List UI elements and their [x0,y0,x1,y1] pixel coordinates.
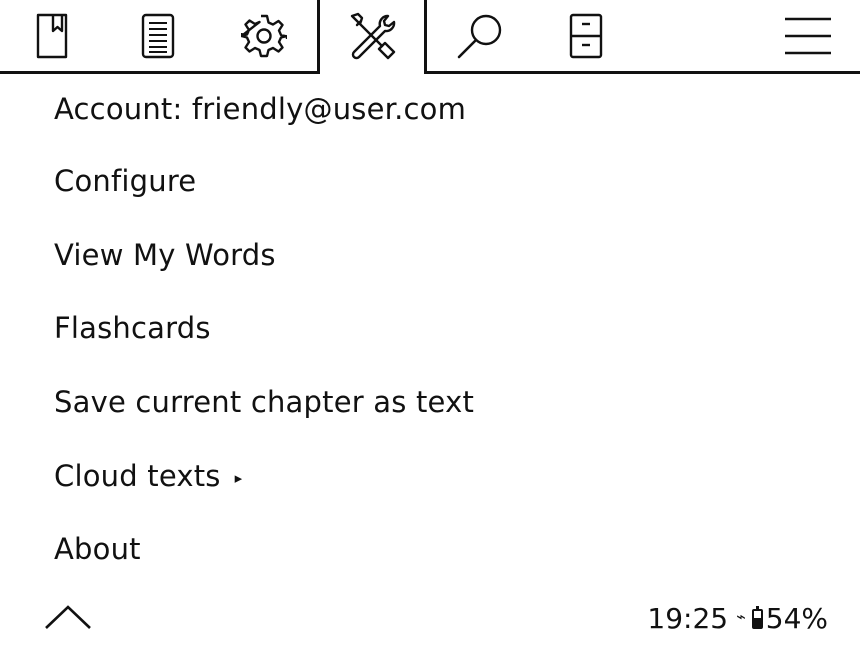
bookmark-icon [36,13,68,58]
tab-bookmarks[interactable] [20,0,84,71]
submenu-arrow-icon: ▸ [234,468,243,487]
menu-item-label: About [54,532,141,567]
gear-icon [241,14,287,57]
menu-item-view-my-words[interactable]: View My Words [0,218,860,292]
document-icon [141,13,175,58]
battery-percentage: 54% [765,602,828,635]
tab-settings[interactable] [232,0,296,71]
tab-table-of-contents[interactable] [126,0,190,71]
menu-item-about[interactable]: About [0,512,860,586]
active-tab-border-right [424,0,427,74]
menu-item-save-chapter-as-text[interactable]: Save current chapter as text [0,365,860,439]
top-tab-bar [0,0,860,75]
search-icon [457,14,502,58]
clock-time: 19:25 [647,602,729,635]
menu-item-flashcards[interactable]: Flashcards [0,291,860,365]
menu-item-account[interactable]: Account: friendly@user.com [0,74,860,144]
battery-level-fill [753,617,761,627]
tab-tools[interactable] [320,0,424,71]
wifi-icon: ⌁ [736,607,746,626]
tools-icon [350,12,396,59]
menu-item-label: Configure [54,163,197,198]
tab-file-browser[interactable] [554,0,618,71]
hamburger-menu-icon [785,17,831,54]
menu-item-label: Save current chapter as text [54,384,475,419]
footer-bar: 19:25 ⌁ 54% [0,590,860,652]
tab-main-menu[interactable] [776,0,840,71]
tab-search[interactable] [448,0,512,71]
status-indicators: 19:25 ⌁ 54% [647,602,828,635]
menu-item-label: View My Words [54,237,276,272]
cabinet-icon [569,13,603,58]
menu-item-label: Account: friendly@user.com [54,92,467,126]
chevron-up-icon[interactable] [44,604,92,630]
menu-item-cloud-texts[interactable]: Cloud texts ▸ [0,439,860,513]
menu-item-label: Flashcards [54,311,211,346]
menu-item-configure[interactable]: Configure [0,144,860,218]
tools-menu: Account: friendly@user.com Configure Vie… [0,74,860,586]
battery-icon [751,605,763,629]
menu-item-label: Cloud texts [54,458,221,493]
ereader-screen: Account: friendly@user.com Configure Vie… [0,0,860,657]
